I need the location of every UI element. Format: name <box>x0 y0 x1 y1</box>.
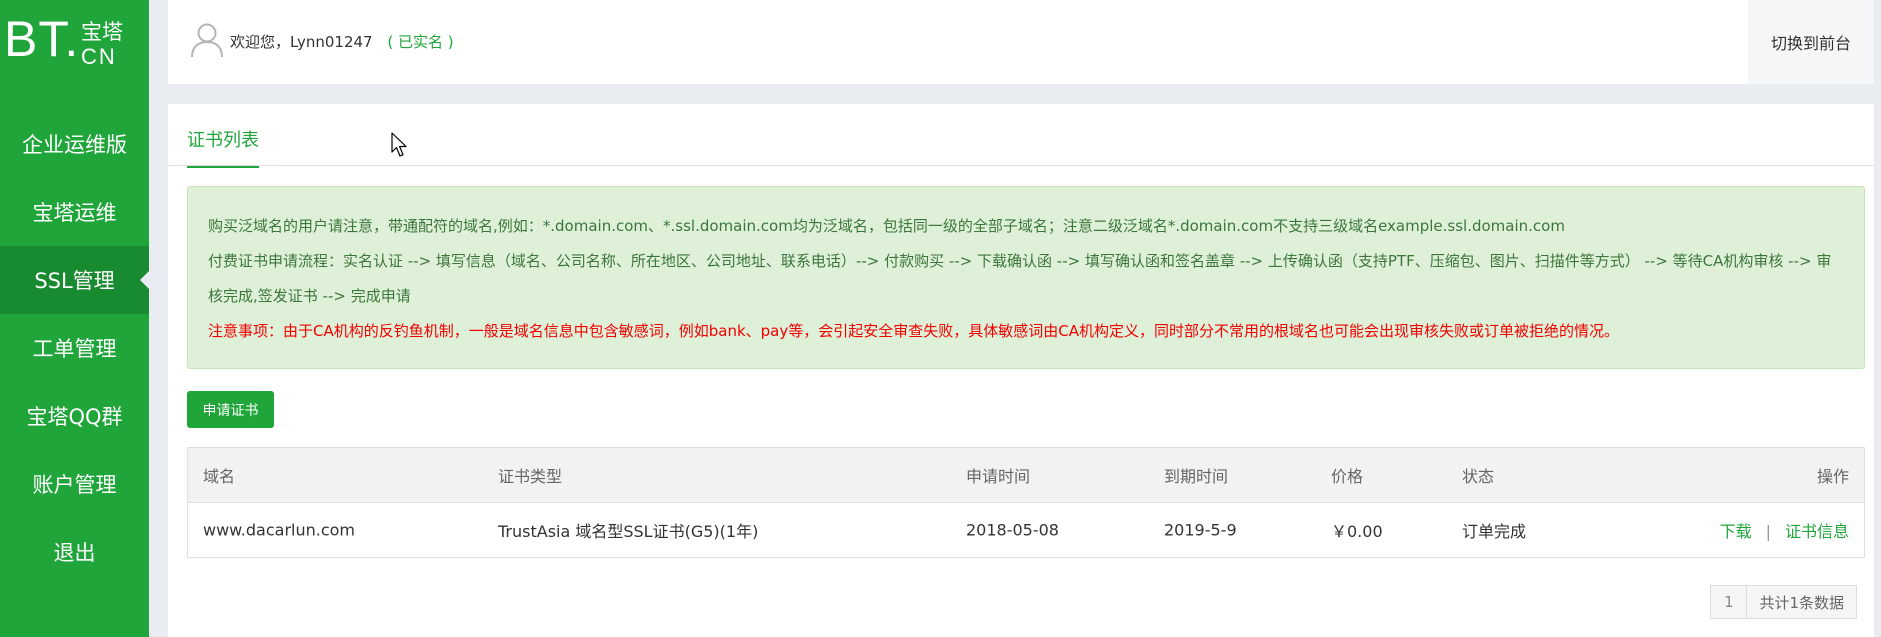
logo-top-text: 宝塔 <box>81 20 123 44</box>
logo-bottom-text: CN <box>81 44 117 69</box>
row-price: ￥0.00 <box>1331 522 1383 541</box>
row-cert-type: TrustAsia 域名型SSL证书(G5)(1年) <box>498 522 759 541</box>
top-header: 欢迎您，Lynn01247 ( 已实名 ) 切换到前台 <box>168 0 1874 84</box>
row-apply-time: 2018-05-08 <box>966 520 1059 540</box>
bt-logo[interactable]: BT. 宝塔 CN <box>0 0 149 90</box>
tab-cert-list[interactable]: 证书列表 <box>187 126 259 168</box>
total-count: 共计1条数据 <box>1747 585 1857 619</box>
header-expire-time: 到期时间 <box>1164 467 1229 486</box>
pagination: 1 共计1条数据 <box>1710 585 1857 619</box>
notice-warning: 注意事项：由于CA机构的反钓鱼机制，一般是域名信息中包含敏感词，例如bank、p… <box>208 322 1619 340</box>
logo-main-text: BT. <box>4 11 80 67</box>
sidebar-item-qq-group[interactable]: 宝塔QQ群 <box>0 382 149 450</box>
header-actions: 操作 <box>1816 467 1849 486</box>
sidebar-item-tickets[interactable]: 工单管理 <box>0 314 149 382</box>
sidebar-item-logout[interactable]: 退出 <box>0 518 149 586</box>
apply-cert-button[interactable]: 申请证书 <box>187 391 274 428</box>
mouse-cursor-icon <box>391 132 407 157</box>
notice-wildcard: 购买泛域名的用户请注意，带通配符的域名,例如：*.domain.com、*.ss… <box>208 217 1565 235</box>
header-status: 状态 <box>1462 467 1495 486</box>
row-actions: 下载 | 证书信息 <box>1720 518 1849 542</box>
sidebar-item-account[interactable]: 账户管理 <box>0 450 149 518</box>
cert-table: 域名 证书类型 申请时间 到期时间 价格 状态 操作 www.dacarlun.… <box>187 447 1865 558</box>
action-separator: | <box>1765 522 1771 541</box>
sidebar-item-bt-ops[interactable]: 宝塔运维 <box>0 178 149 246</box>
switch-to-frontend-button[interactable]: 切换到前台 <box>1748 0 1874 84</box>
header-cert-type: 证书类型 <box>498 467 563 486</box>
notice-box: 购买泛域名的用户请注意，带通配符的域名,例如：*.domain.com、*.ss… <box>187 186 1865 369</box>
tab-bar: 证书列表 <box>168 104 1874 168</box>
table-header: 域名 证书类型 申请时间 到期时间 价格 状态 操作 <box>188 448 1864 503</box>
header-price: 价格 <box>1331 467 1364 486</box>
header-domain: 域名 <box>203 467 236 486</box>
welcome-message: 欢迎您，Lynn01247 ( 已实名 ) <box>230 31 454 52</box>
user-avatar-icon <box>191 23 223 58</box>
main-panel: 证书列表 购买泛域名的用户请注意，带通配符的域名,例如：*.domain.com… <box>168 104 1874 637</box>
verified-status: ( 已实名 ) <box>387 33 454 51</box>
sidebar-item-ssl[interactable]: SSL管理 <box>0 246 149 314</box>
row-expire-time: 2019-5-9 <box>1164 520 1237 540</box>
header-apply-time: 申请时间 <box>966 467 1031 486</box>
row-status: 订单完成 <box>1462 522 1527 541</box>
download-link[interactable]: 下载 <box>1720 522 1752 541</box>
sidebar-nav: 企业运维版 宝塔运维 SSL管理 工单管理 宝塔QQ群 账户管理 退出 <box>0 110 149 586</box>
page-number-button[interactable]: 1 <box>1710 585 1748 619</box>
sidebar: BT. 宝塔 CN 企业运维版 宝塔运维 SSL管理 工单管理 宝塔QQ群 账户… <box>0 0 149 637</box>
sidebar-item-enterprise-ops[interactable]: 企业运维版 <box>0 110 149 178</box>
row-domain: www.dacarlun.com <box>203 520 355 540</box>
notice-process: 付费证书申请流程：实名认证 --> 填写信息（域名、公司名称、所在地区、公司地址… <box>208 252 1832 305</box>
table-row: www.dacarlun.com TrustAsia 域名型SSL证书(G5)(… <box>188 503 1864 557</box>
cert-info-link[interactable]: 证书信息 <box>1785 522 1849 541</box>
welcome-text: 欢迎您，Lynn01247 <box>230 33 373 51</box>
